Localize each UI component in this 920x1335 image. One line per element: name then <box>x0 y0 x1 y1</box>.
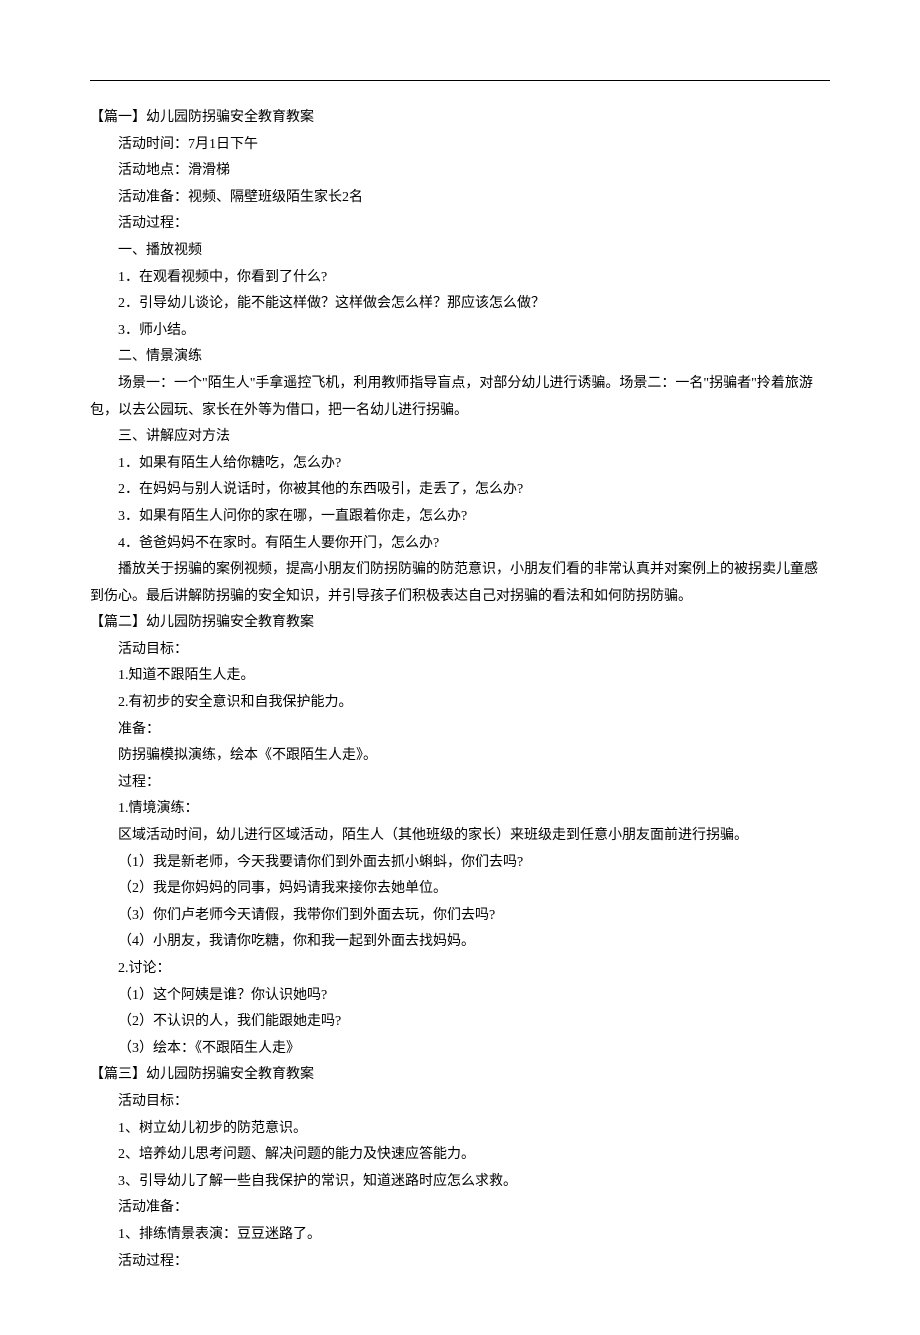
body-line: 二、情景演练 <box>90 344 830 371</box>
section1-title: 【篇一】幼儿园防拐骗安全教育教案 <box>90 105 830 132</box>
body-line: 活动地点：滑滑梯 <box>90 158 830 185</box>
body-line: 2．在妈妈与别人说话时，你被其他的东西吸引，走丢了，怎么办? <box>90 477 830 504</box>
body-line: （4）小朋友，我请你吃糖，你和我一起到外面去找妈妈。 <box>90 929 830 956</box>
body-line: 2、培养幼儿思考问题、解决问题的能力及快速应答能力。 <box>90 1142 830 1169</box>
body-line: 2．引导幼儿谈论，能不能这样做？这样做会怎么样？那应该怎么做？ <box>90 291 830 318</box>
body-line: （3）绘本：《不跟陌生人走》 <box>90 1036 830 1063</box>
body-line: （2）我是你妈妈的同事，妈妈请我来接你去她单位。 <box>90 876 830 903</box>
body-line: 一、播放视频 <box>90 238 830 265</box>
body-line: 3．如果有陌生人问你的家在哪，一直跟着你走，怎么办? <box>90 504 830 531</box>
body-line: 4．爸爸妈妈不在家时。有陌生人要你开门，怎么办? <box>90 531 830 558</box>
body-line: （1）我是新老师，今天我要请你们到外面去抓小蝌蚪，你们去吗? <box>90 850 830 877</box>
body-line: 1.知道不跟陌生人走。 <box>90 663 830 690</box>
body-line: （2）不认识的人，我们能跟她走吗? <box>90 1009 830 1036</box>
body-line: 活动目标： <box>90 1089 830 1116</box>
body-line: 1、排练情景表演：豆豆迷路了。 <box>90 1222 830 1249</box>
section2-title: 【篇二】幼儿园防拐骗安全教育教案 <box>90 610 830 637</box>
body-line: 2.有初步的安全意识和自我保护能力。 <box>90 690 830 717</box>
body-line: （3）你们卢老师今天请假，我带你们到外面去玩，你们去吗? <box>90 903 830 930</box>
body-line: 1．在观看视频中，你看到了什么? <box>90 265 830 292</box>
body-line: 活动目标： <box>90 637 830 664</box>
document-page: 【篇一】幼儿园防拐骗安全教育教案 活动时间：7月1日下午 活动地点：滑滑梯 活动… <box>0 0 920 1335</box>
body-line: 三、讲解应对方法 <box>90 424 830 451</box>
body-line: 活动过程： <box>90 1249 830 1276</box>
body-line: 准备： <box>90 717 830 744</box>
body-line: 场景一：一个"陌生人"手拿遥控飞机，利用教师指导盲点，对部分幼儿进行诱骗。场景二… <box>90 371 830 398</box>
body-line: 2.讨论： <box>90 956 830 983</box>
body-line: 1、树立幼儿初步的防范意识。 <box>90 1116 830 1143</box>
body-line: 活动时间：7月1日下午 <box>90 132 830 159</box>
top-rule <box>90 80 830 81</box>
body-line: 3．师小结。 <box>90 318 830 345</box>
wrap-line: 到伤心。最后讲解防拐骗的安全知识，并引导孩子们积极表达自己对拐骗的看法和如何防拐… <box>90 584 830 611</box>
body-line: 播放关于拐骗的案例视频，提高小朋友们防拐防骗的防范意识，小朋友们看的非常认真并对… <box>90 557 830 584</box>
body-line: 过程： <box>90 770 830 797</box>
section3-title: 【篇三】幼儿园防拐骗安全教育教案 <box>90 1062 830 1089</box>
body-line: 活动准备： <box>90 1195 830 1222</box>
body-line: 1．如果有陌生人给你糖吃，怎么办? <box>90 451 830 478</box>
body-line: 活动过程： <box>90 211 830 238</box>
body-line: 活动准备：视频、隔壁班级陌生家长2名 <box>90 185 830 212</box>
wrap-line: 包，以去公园玩、家长在外等为借口，把一名幼儿进行拐骗。 <box>90 398 830 425</box>
body-line: 区域活动时间，幼儿进行区域活动，陌生人（其他班级的家长）来班级走到任意小朋友面前… <box>90 823 830 850</box>
body-line: 3、引导幼儿了解一些自我保护的常识，知道迷路时应怎么求救。 <box>90 1169 830 1196</box>
body-line: 1.情境演练： <box>90 796 830 823</box>
body-line: 防拐骗模拟演练，绘本《不跟陌生人走》。 <box>90 743 830 770</box>
body-line: （1）这个阿姨是谁？你认识她吗? <box>90 983 830 1010</box>
